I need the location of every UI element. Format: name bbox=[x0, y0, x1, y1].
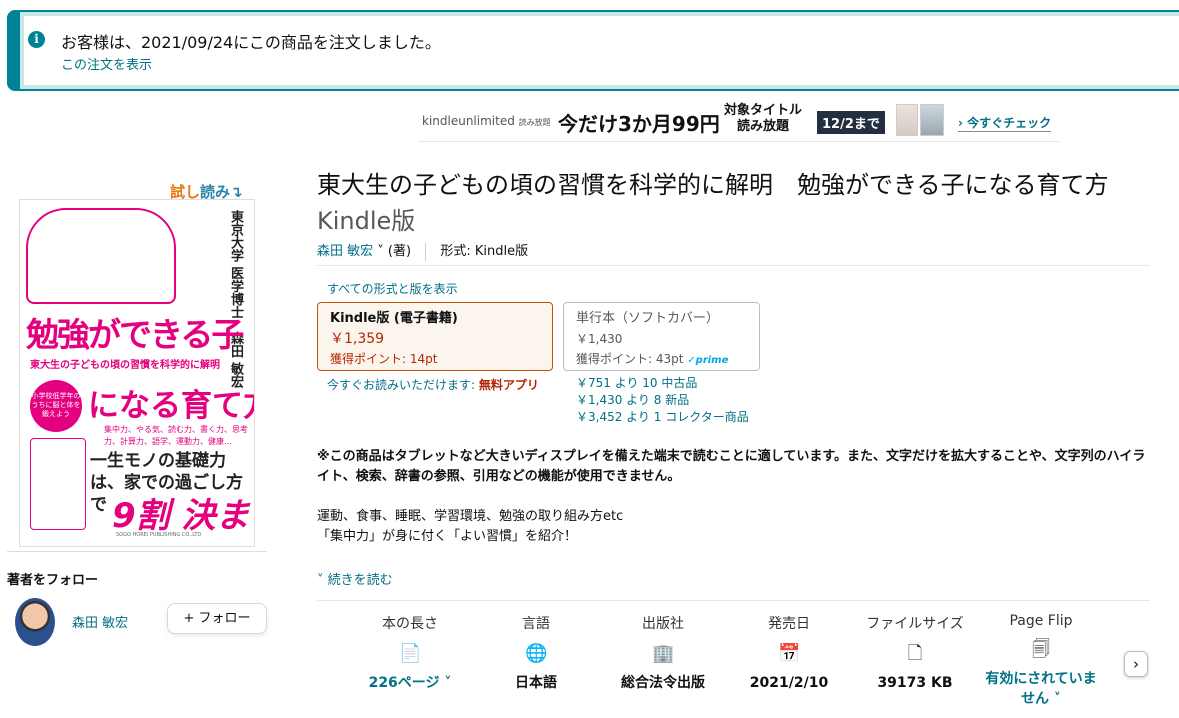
author-link[interactable]: 森田 敏宏 bbox=[317, 244, 373, 259]
order-notice: i お客様は、2021/09/24にこの商品を注文しました。 この注文を表示 bbox=[7, 10, 1179, 91]
product-description: ※この商品はタブレットなど大きいディスプレイを備えた端末で読むことに適しています… bbox=[317, 447, 1147, 547]
product-title: 東大生の子どもの頃の習慣を科学的に解明 勉強ができる子になる育て方 Kindle… bbox=[317, 171, 1109, 235]
divider bbox=[7, 551, 267, 552]
product-details-carousel: 本の長さ 📄 226ページ ˅ 言語 🌐 日本語 出版社 🏢 総合法令出版 発売… bbox=[350, 613, 1120, 718]
detail-value: 日本語 bbox=[515, 675, 557, 691]
offers-list: ￥751 より 10 中古品 ￥1,430 より 8 新品 ￥3,452 より … bbox=[576, 375, 749, 426]
offer-used-link[interactable]: ￥751 より 10 中古品 bbox=[576, 376, 697, 390]
detail-language: 言語 🌐 日本語 bbox=[476, 613, 596, 693]
format-line: 形式: Kindle版 bbox=[440, 244, 529, 259]
banner-thumb bbox=[896, 104, 918, 136]
cover-publisher: SOGO HOREI PUBLISHING CO.,LTD bbox=[116, 532, 202, 538]
cover-title-top: 勉強ができる子 bbox=[26, 315, 244, 354]
detail-page-flip: Page Flip 🗐 有効にされていません ˅ bbox=[981, 613, 1101, 709]
cover-author: 東京大学 医学博士 森田 敏宏 bbox=[228, 210, 243, 389]
banner-until: 12/2まで bbox=[817, 111, 885, 134]
read-now: 今すぐお読みいただけます: 無料アプリ bbox=[327, 378, 539, 392]
detail-file-size: ファイルサイズ 🗋 39173 KB bbox=[855, 613, 975, 693]
divider bbox=[317, 265, 1150, 266]
banner-target: 対象タイトル 読み放題 bbox=[723, 103, 802, 134]
banner-check-link[interactable]: › 今すぐチェック bbox=[958, 114, 1052, 132]
detail-publisher: 出版社 🏢 総合法令出版 bbox=[603, 613, 723, 693]
format-name: Kindle版 (電子書籍) bbox=[330, 311, 458, 326]
info-icon: i bbox=[28, 31, 45, 48]
divider bbox=[425, 242, 427, 261]
banner-offer: 今だけ3か月99円 bbox=[558, 112, 720, 136]
cover-subtitle: 東大生の子どもの頃の習慣を科学的に解明 bbox=[30, 360, 220, 371]
author-role[interactable]: ˅ (著) bbox=[377, 244, 411, 259]
banner-divider bbox=[418, 141, 1060, 142]
author-name-link[interactable]: 森田 敏宏 bbox=[72, 612, 128, 631]
kindle-unlimited-logo: kindleunlimited 読み放題 bbox=[422, 114, 551, 128]
page-flip-icon: 🗐 bbox=[1032, 639, 1050, 660]
description-line: 運動、食事、睡眠、学習環境、勉強の取り組み方etc bbox=[317, 509, 624, 524]
follow-button[interactable]: + フォロー bbox=[167, 603, 267, 634]
cover-illustration bbox=[26, 208, 176, 304]
cover-badge: 小学校低学年のうちに脳と体を鍛えよう bbox=[30, 380, 82, 432]
divider bbox=[317, 600, 1150, 601]
detail-release-date: 発売日 📅 2021/2/10 bbox=[729, 613, 849, 693]
prime-icon: ✓prime bbox=[687, 355, 729, 366]
book-cover-image[interactable]: 東京大学 医学博士 森田 敏宏 勉強ができる子 東大生の子どもの頃の習慣を科学的… bbox=[19, 199, 255, 547]
format-price: ￥1,359 bbox=[330, 331, 385, 347]
detail-value: 2021/2/10 bbox=[749, 675, 829, 691]
banner-thumb bbox=[920, 104, 944, 136]
cover-skills: 集中力、やる気、読む力、書く力、思考力、計算力、語学、運動力、健康… bbox=[104, 425, 248, 446]
follow-author-heading: 著者をフォロー bbox=[7, 573, 99, 588]
cover-side-box bbox=[30, 438, 86, 530]
globe-icon: 🌐 bbox=[525, 643, 548, 664]
format-price: ￥1,430 bbox=[576, 332, 623, 346]
cover-nine: 9割 決まる！ bbox=[112, 496, 250, 546]
detail-value[interactable]: 226ページ ˅ bbox=[350, 673, 470, 693]
format-points: 獲得ポイント: 43pt ✓prime bbox=[576, 352, 729, 366]
byline: 森田 敏宏 ˅ (著) 形式: Kindle版 bbox=[317, 240, 528, 261]
format-points: 獲得ポイント: 14pt bbox=[330, 352, 438, 366]
title-format: Kindle版 bbox=[317, 207, 416, 235]
format-name: 単行本（ソフトカバー） bbox=[576, 311, 720, 326]
carousel-next-button[interactable]: › bbox=[1124, 651, 1148, 677]
description-line: 「集中力」が身に付く「よい習慣」を紹介！ bbox=[317, 529, 578, 544]
book-pages-icon: 📄 bbox=[399, 643, 422, 664]
free-app-link[interactable]: 無料アプリ bbox=[479, 378, 539, 392]
read-more-link[interactable]: ˅ 続きを読む bbox=[317, 569, 393, 588]
kindle-unlimited-banner[interactable]: kindleunlimited 読み放題 今だけ3か月99円 対象タイトル 読み… bbox=[418, 100, 1060, 142]
format-paperback[interactable]: 単行本（ソフトカバー） ￥1,430 獲得ポイント: 43pt ✓prime bbox=[563, 302, 760, 371]
detail-value: 総合法令出版 bbox=[621, 675, 705, 691]
file-icon: 🗋 bbox=[907, 643, 923, 664]
notice-message: お客様は、2021/09/24にこの商品を注文しました。 bbox=[61, 33, 441, 52]
view-order-link[interactable]: この注文を表示 bbox=[61, 54, 152, 73]
format-kindle[interactable]: Kindle版 (電子書籍) ￥1,359 獲得ポイント: 14pt bbox=[317, 302, 553, 371]
calendar-icon: 📅 bbox=[778, 643, 801, 664]
author-avatar[interactable] bbox=[15, 598, 55, 646]
detail-length: 本の長さ 📄 226ページ ˅ bbox=[350, 613, 470, 693]
detail-value[interactable]: 有効にされていません ˅ bbox=[981, 669, 1101, 709]
cover-title-bottom: になる育て方 bbox=[88, 388, 254, 424]
offer-new-link[interactable]: ￥1,430 より 8 新品 bbox=[576, 393, 689, 407]
all-formats-link[interactable]: すべての形式と版を表示 bbox=[327, 280, 458, 297]
device-notice: ※この商品はタブレットなど大きいディスプレイを備えた端末で読むことに適しています… bbox=[317, 449, 1146, 484]
detail-value: 39173 KB bbox=[877, 675, 953, 691]
offer-collector-link[interactable]: ￥3,452 より 1 コレクター商品 bbox=[576, 410, 749, 424]
building-icon: 🏢 bbox=[652, 643, 675, 664]
